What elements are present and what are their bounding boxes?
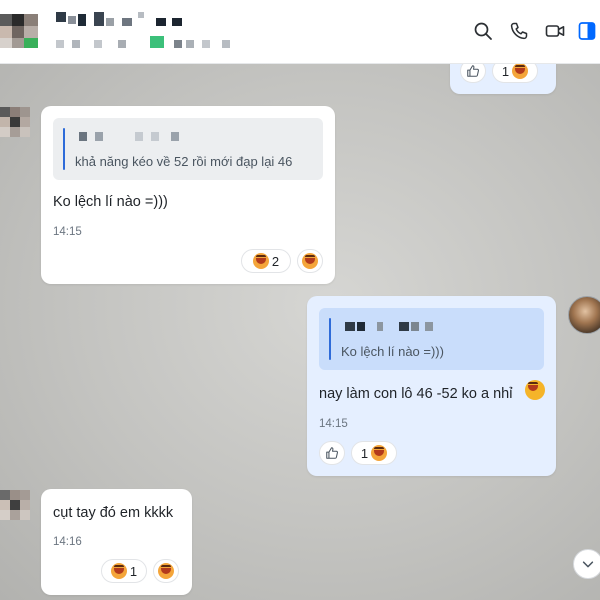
message-text: nay làm con lô 46 -52 ko a nhỉ <box>319 386 513 402</box>
reaction-laugh[interactable]: 1 <box>101 559 147 583</box>
reaction-thumbs-up[interactable] <box>460 64 486 83</box>
laughing-emoji-icon <box>302 253 318 269</box>
reaction-count: 1 <box>501 64 510 79</box>
quote-bar <box>329 318 331 360</box>
video-icon[interactable] <box>540 16 570 46</box>
thumbs-up-icon <box>467 65 479 77</box>
contact-status <box>56 36 246 50</box>
message-bubble-incoming[interactable]: khả năng kéo về 52 rồi mới đạp lại 46 Ko… <box>41 106 335 284</box>
laughing-emoji-icon <box>512 64 529 79</box>
message-text: Ko lệch lí nào =))) <box>53 194 168 210</box>
sender-avatar[interactable] <box>0 107 32 147</box>
quoted-message[interactable]: khả năng kéo về 52 rồi mới đạp lại 46 <box>53 118 323 180</box>
sender-avatar[interactable] <box>0 490 32 530</box>
scroll-to-bottom-button[interactable] <box>573 549 600 579</box>
message-bubble-outgoing[interactable]: Ko lệch lí nào =))) nay làm con lô 46 -5… <box>307 296 556 476</box>
thumbs-up-icon <box>326 447 338 459</box>
laughing-emoji-icon <box>158 563 174 579</box>
message-time: 14:16 <box>53 536 82 548</box>
reaction-count: 1 <box>360 445 369 461</box>
reaction-count: 1 <box>129 563 138 579</box>
message-bubble-incoming[interactable]: cụt tay đó em kkkk 14:16 1 <box>41 489 192 595</box>
chevron-down-icon <box>582 561 594 568</box>
add-reaction-button[interactable] <box>153 559 179 583</box>
reaction-count: 2 <box>271 253 280 269</box>
my-avatar[interactable] <box>568 296 600 334</box>
search-icon[interactable] <box>468 16 498 46</box>
quoted-message[interactable]: Ko lệch lí nào =))) <box>319 308 544 370</box>
reaction-thumbs-up[interactable] <box>319 441 345 465</box>
quoted-text: khả năng kéo về 52 rồi mới đạp lại 46 <box>75 154 293 169</box>
laughing-emoji-icon <box>110 563 127 579</box>
pacman-emoji-icon <box>525 380 545 400</box>
contact-name <box>56 12 196 30</box>
laughing-emoji-icon <box>252 253 269 269</box>
message-time: 14:15 <box>319 418 348 430</box>
quoted-text: Ko lệch lí nào =))) <box>341 344 444 359</box>
panel-toggle-icon[interactable] <box>574 16 600 46</box>
reaction-laugh[interactable]: 1 <box>492 64 538 83</box>
reaction-laugh[interactable]: 2 <box>241 249 291 273</box>
message-bubble-outgoing[interactable]: 1 <box>450 64 556 94</box>
chat-header <box>0 0 600 64</box>
laughing-emoji-icon <box>371 445 388 461</box>
reaction-laugh[interactable]: 1 <box>351 441 397 465</box>
add-reaction-button[interactable] <box>297 249 323 273</box>
contact-avatar[interactable] <box>0 8 46 54</box>
message-time: 14:15 <box>53 226 82 238</box>
phone-icon[interactable] <box>504 16 534 46</box>
message-text: cụt tay đó em kkkk <box>53 505 174 521</box>
message-list[interactable]: 1 khả năng kéo về 52 rồi mới đạp lại 46 <box>0 64 600 600</box>
quote-bar <box>63 128 65 170</box>
